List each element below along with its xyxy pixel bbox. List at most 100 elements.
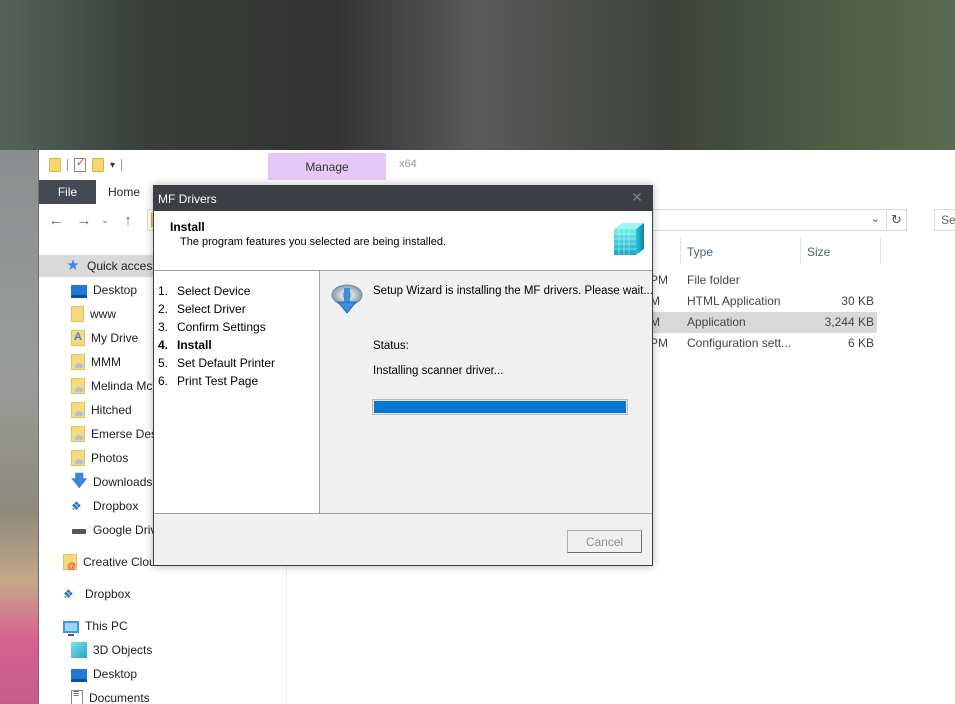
sidebar-item-this-pc[interactable]: This PC (63, 615, 128, 637)
file-row[interactable]: PM File folder (650, 270, 877, 291)
step-number: 3. (158, 320, 169, 334)
step-number: 6. (158, 374, 169, 388)
column-divider[interactable] (680, 238, 681, 264)
tab-home[interactable]: Home (96, 180, 152, 204)
sidebar-item-label: Documents (89, 691, 150, 704)
sidebar-item-documents[interactable]: Documents (71, 687, 150, 704)
step-label: Set Default Printer (177, 356, 276, 370)
page-subtitle: The program features you selected are be… (180, 236, 446, 248)
customize-dropdown-icon[interactable]: ▾ (110, 160, 115, 171)
recent-locations-chevron-icon[interactable]: ⌄ (99, 210, 111, 230)
documents-icon (71, 688, 83, 704)
sidebar-item-desktop[interactable]: Desktop (71, 279, 137, 301)
sidebar-item-dropbox-root[interactable]: ❖ Dropbox (63, 583, 130, 605)
folder-icon (71, 306, 84, 322)
tab-file[interactable]: File (39, 180, 96, 204)
up-arrow-icon[interactable]: ↑ (117, 210, 139, 230)
sidebar-item-label: MMM (91, 355, 121, 369)
close-icon[interactable]: ✕ (628, 189, 646, 206)
dropbox-icon: ❖ (63, 586, 79, 604)
package-cube-icon (614, 223, 644, 255)
search-input[interactable]: Se (934, 209, 955, 231)
wizard-steps-list: 1. Select Device 2. Select Driver 3. Con… (154, 271, 320, 513)
file-row[interactable]: M HTML Application 30 KB (650, 291, 877, 312)
cancel-button[interactable]: Cancel (567, 530, 642, 553)
dialog-titlebar[interactable]: MF Drivers ✕ (154, 186, 652, 211)
back-arrow-icon[interactable]: ← (45, 210, 67, 230)
install-disc-icon (331, 284, 363, 314)
file-type: Configuration sett... (687, 336, 792, 350)
sidebar-item-mmm[interactable]: MMM (71, 351, 121, 373)
step-number: 5. (158, 356, 169, 370)
properties-icon[interactable] (74, 156, 86, 172)
sidebar-item-label: Emerse Desi (91, 427, 160, 441)
downloads-icon: 🡇 (71, 473, 88, 490)
sidebar-item-label: My Drive (91, 331, 139, 345)
tab-manage[interactable]: Manage (268, 153, 386, 180)
forward-arrow-icon[interactable]: → (73, 210, 95, 230)
dialog-body: Setup Wizard is installing the MF driver… (321, 271, 653, 513)
creative-cloud-icon (63, 554, 77, 571)
sidebar-item-photos[interactable]: Photos (71, 447, 128, 469)
step-number: 2. (158, 302, 169, 316)
dialog-header: Install The program features you selecte… (154, 211, 652, 271)
quick-access-toolbar: ▾ (39, 150, 955, 180)
file-size: 30 KB (841, 294, 874, 308)
refresh-icon[interactable]: ↻ (886, 210, 906, 230)
column-header-type[interactable]: Type (687, 241, 713, 263)
status-label: Status: (373, 340, 409, 352)
file-size: 6 KB (847, 336, 874, 350)
step-label: Print Test Page (177, 374, 259, 388)
sidebar-item-label: Photos (91, 451, 129, 465)
desktop-wallpaper-strip (0, 150, 38, 704)
install-message: Setup Wizard is installing the MF driver… (373, 285, 653, 297)
sidebar-item-desktop-pc[interactable]: Desktop (71, 663, 137, 685)
install-progress-bar (372, 399, 628, 415)
chevron-down-icon[interactable]: ⌄ (871, 212, 880, 225)
page-title: Install (170, 220, 205, 234)
sidebar-item-3d-objects[interactable]: 3D Objects (71, 639, 152, 661)
sidebar-item-my-drive[interactable]: My Drive (71, 327, 138, 349)
sidebar-item-melinda[interactable]: Melinda Mc (71, 375, 152, 397)
column-divider[interactable] (880, 238, 881, 264)
step-label: Install (177, 338, 212, 352)
wizard-step-current: 4. Install (158, 338, 212, 352)
sidebar-item-google-drive[interactable]: Google Driv (71, 519, 156, 541)
desktop-icon (71, 668, 87, 682)
sidebar-item-dropbox[interactable]: ❖ Dropbox (71, 495, 138, 517)
3d-objects-icon (71, 642, 87, 658)
step-number: 4. (158, 338, 169, 352)
file-type: File folder (687, 273, 740, 287)
dialog-title: MF Drivers (158, 191, 217, 206)
sidebar-item-www[interactable]: www (71, 303, 116, 325)
file-row[interactable]: PM Configuration sett... 6 KB (650, 333, 877, 354)
sidebar-item-hitched[interactable]: Hitched (71, 399, 132, 421)
file-type: Application (687, 315, 746, 329)
new-folder-icon[interactable] (92, 158, 104, 172)
contextual-group-label: x64 (399, 158, 417, 170)
wizard-step: 2. Select Driver (158, 302, 246, 316)
file-row[interactable]: M Application 3,244 KB (650, 312, 877, 333)
shared-folder-icon (71, 402, 85, 418)
desktop-icon (71, 284, 87, 298)
drive-icon (71, 522, 87, 538)
sidebar-item-label: This PC (85, 619, 128, 633)
progress-fill (374, 401, 626, 413)
sidebar-item-downloads[interactable]: 🡇 Downloads (71, 471, 152, 493)
column-header-size[interactable]: Size (807, 241, 830, 263)
wizard-step: 1. Select Device (158, 284, 250, 298)
sidebar-item-label: Desktop (93, 667, 138, 681)
sidebar-item-label: Melinda Mc (91, 379, 153, 393)
wizard-step: 6. Print Test Page (158, 374, 258, 388)
sidebar-item-label: Desktop (93, 283, 138, 297)
sidebar-item-label: 3D Objects (93, 643, 153, 657)
sidebar-item-emerse[interactable]: Emerse Desi (71, 423, 160, 445)
step-label: Confirm Settings (177, 320, 266, 334)
sidebar-item-label: www (90, 307, 116, 321)
dropbox-icon: ❖ (71, 498, 87, 516)
sidebar-item-label: Dropbox (93, 499, 139, 513)
shared-folder-icon (71, 450, 85, 466)
folder-icon[interactable] (49, 158, 61, 172)
step-label: Select Driver (177, 302, 246, 316)
column-divider[interactable] (800, 238, 801, 264)
